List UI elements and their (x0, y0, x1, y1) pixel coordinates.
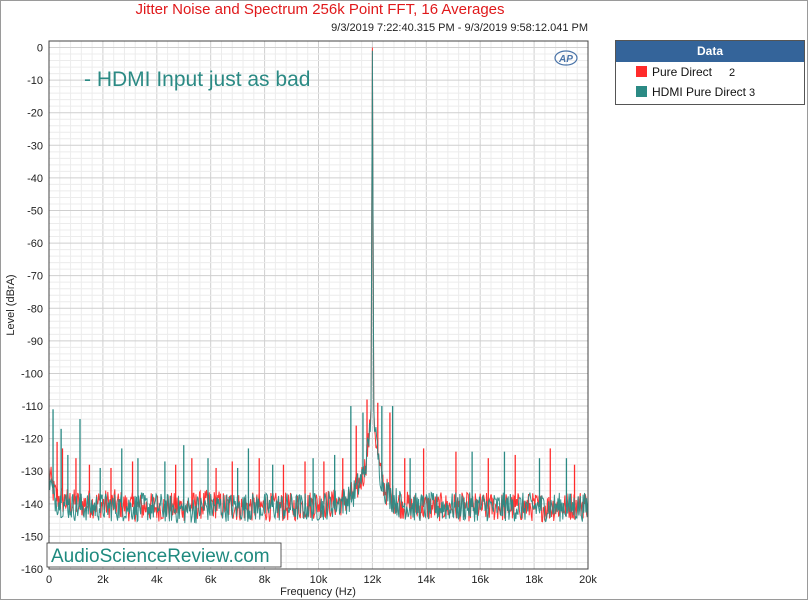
legend: Data Pure Direct 2 HDMI Pure Direct 3 (615, 40, 805, 105)
y-tick-label: -20 (27, 108, 43, 120)
watermark: AudioScienceReview.com (46, 542, 282, 568)
annotation-text: - HDMI Input just as bad (84, 68, 310, 91)
x-tick-label: 12k (364, 574, 382, 586)
x-tick-label: 18k (525, 574, 543, 586)
legend-item-pure-direct[interactable]: Pure Direct 2 (616, 62, 804, 82)
x-tick-label: 4k (151, 574, 163, 586)
y-tick-label: -120 (21, 434, 43, 446)
legend-label-hdmi-pure-direct: HDMI Pure Direct (652, 85, 747, 99)
y-tick-label: -160 (21, 564, 43, 576)
ap-logo-text: AP (558, 54, 573, 65)
y-tick-label: -140 (21, 499, 43, 511)
legend-number-hdmi-pure-direct: 3 (749, 87, 756, 99)
x-tick-label: 6k (205, 574, 217, 586)
legend-number-pure-direct: 2 (729, 67, 736, 79)
x-tick-label: 16k (471, 574, 489, 586)
y-tick-label: -80 (27, 303, 43, 315)
legend-swatch-hdmi-pure-direct (636, 86, 647, 97)
legend-label-pure-direct: Pure Direct (652, 65, 713, 79)
y-tick-label: -30 (27, 140, 43, 152)
y-tick-label: -10 (27, 75, 43, 87)
legend-header: Data (616, 41, 804, 62)
y-tick-label: 0 (37, 43, 43, 55)
y-axis-label: Level (dBrA) (5, 274, 17, 335)
x-tick-label: 20k (579, 574, 597, 586)
x-tick-label: 10k (310, 574, 328, 586)
chart-plot: 0 2k 4k 6k 8k 10k 12k 14k 16k 18k 20k 0 -10 -20 -30 -40… (5, 40, 597, 598)
y-tick-label: -90 (27, 336, 43, 348)
y-tick-label: -60 (27, 238, 43, 250)
x-tick-label: 0 (46, 574, 52, 586)
x-tick-label: 2k (97, 574, 109, 586)
watermark-text: AudioScienceReview.com (51, 546, 270, 567)
legend-swatch-pure-direct (636, 66, 647, 77)
x-axis-label: Frequency (Hz) (280, 586, 356, 598)
y-tick-label: -110 (22, 401, 43, 413)
x-tick-label: 8k (259, 574, 271, 586)
x-tick-label: 14k (417, 574, 435, 586)
y-tick-label: -40 (27, 173, 43, 185)
y-tick-label: -70 (27, 271, 43, 283)
y-tick-label: -150 (21, 531, 43, 543)
legend-item-hdmi-pure-direct[interactable]: HDMI Pure Direct 3 (616, 82, 804, 102)
y-tick-label: -130 (21, 466, 43, 478)
grid (48, 41, 589, 570)
y-tick-label: -100 (21, 368, 43, 380)
y-tick-label: -50 (27, 205, 43, 217)
